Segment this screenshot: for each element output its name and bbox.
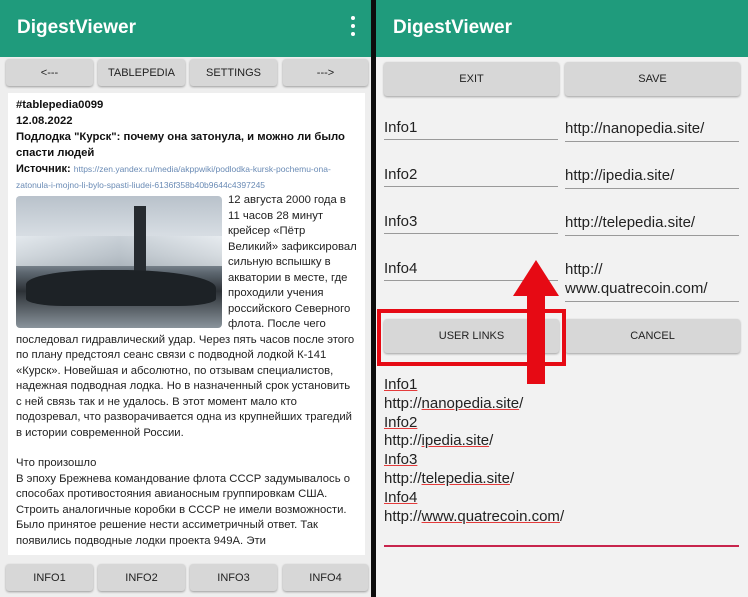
user-link-label: Info4 (384, 488, 418, 506)
user-link-url: http://nanopedia.site/ (384, 394, 524, 412)
app-title: DigestViewer (393, 17, 512, 38)
source-label: Источник: (16, 163, 71, 175)
overflow-menu-icon[interactable] (349, 16, 357, 38)
exit-button[interactable]: EXIT (384, 62, 559, 96)
user-link-label: Info3 (384, 451, 418, 469)
app-bar: DigestViewer (0, 0, 371, 57)
info3-label-field[interactable]: Info3 (384, 213, 558, 234)
info3-button[interactable]: INFO3 (190, 564, 277, 591)
info4-button[interactable]: INFO4 (283, 564, 368, 591)
tablepedia-button[interactable]: TABLEPEDIA (98, 59, 185, 86)
app-title: DigestViewer (17, 17, 136, 38)
info2-url-field[interactable]: http://ipedia.site/ (565, 166, 739, 189)
app-bar: DigestViewer (376, 0, 748, 57)
article-date: 12.08.2022 (16, 115, 73, 127)
user-link-label: Info2 (384, 413, 418, 431)
next-button[interactable]: ---> (283, 59, 368, 86)
save-button[interactable]: SAVE (565, 62, 740, 96)
user-link-url: http://ipedia.site/ (384, 432, 494, 450)
left-screen: DigestViewer <--- TABLEPEDIA SETTINGS --… (0, 0, 371, 597)
info2-label-field[interactable]: Info2 (384, 166, 558, 187)
info1-label-field[interactable]: Info1 (384, 119, 558, 140)
info4-url-field[interactable]: http:// www.quatrecoin.com/ (565, 260, 739, 302)
article-tag: #tablepedia0099 (16, 99, 104, 111)
user-link-url: http://telepedia.site/ (384, 469, 515, 487)
info1-button[interactable]: INFO1 (6, 564, 93, 591)
user-links-text[interactable]: Info1 http://nanopedia.site/Info2 http://i… (384, 376, 564, 526)
up-arrow-icon (513, 260, 559, 384)
settings-button[interactable]: SETTINGS (190, 59, 277, 86)
text-field-underline (384, 545, 739, 547)
submarine-photo (16, 196, 222, 328)
article-headline: Подлодка "Курск": почему она затонула, и… (16, 131, 345, 159)
article-source: Источник: https://zen.yandex.ru/media/ak… (16, 161, 357, 193)
info1-url-field[interactable]: http://nanopedia.site/ (565, 119, 739, 142)
article-paragraph-2: В эпоху Брежнева командование флота СССР… (16, 472, 351, 547)
article-subheading: Что произошло (16, 457, 97, 469)
prev-button[interactable]: <--- (6, 59, 93, 86)
cancel-button[interactable]: CANCEL (565, 319, 740, 353)
right-screen: DigestViewer EXIT SAVE Info1 http://nano… (376, 0, 748, 597)
article-view[interactable]: #tablepedia0099 12.08.2022 Подлодка "Кур… (8, 93, 365, 555)
user-link-url: http://www.quatrecoin.com/ (384, 507, 565, 525)
info2-button[interactable]: INFO2 (98, 564, 185, 591)
info3-url-field[interactable]: http://telepedia.site/ (565, 213, 739, 236)
